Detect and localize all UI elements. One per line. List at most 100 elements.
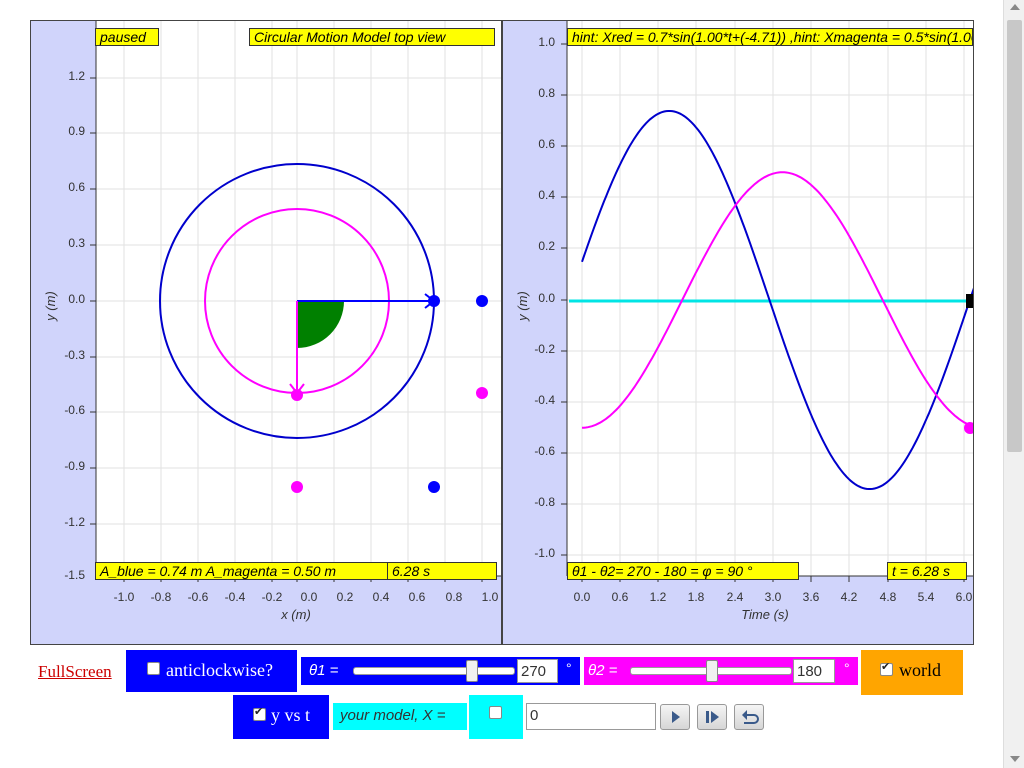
theta1-slider-track[interactable] [353, 667, 515, 675]
theta1-input[interactable]: 270 [517, 659, 558, 683]
theta2-label: θ2 = [588, 662, 618, 679]
y-tick-label: -1.2 [64, 515, 85, 529]
x-tick-label: -0.2 [262, 590, 283, 604]
scroll-up-icon[interactable] [1010, 4, 1020, 10]
reset-button[interactable] [734, 704, 764, 730]
top-view-x-tick-labels: -1.0 -0.8 -0.6 -0.4 -0.2 0.0 0.2 0.4 0.6… [114, 590, 499, 604]
theta1-label: θ1 = [309, 662, 339, 679]
y-vs-t-label: y vs t [271, 705, 311, 725]
y-tick-label: -0.4 [534, 393, 555, 407]
world-label: world [899, 660, 941, 680]
play-icon [672, 711, 680, 723]
theta1-control: θ1 = 270 ° [301, 657, 580, 685]
blue-particle[interactable] [428, 295, 440, 307]
y-tick-label: 0.9 [68, 124, 85, 138]
hint-label: hint: Xred = 0.7*sin(1.00*t+(-4.71)) ,hi… [567, 28, 973, 46]
x-tick-label: 0.0 [574, 590, 591, 604]
y-axis-title: y (m) [515, 291, 530, 322]
y-vs-t-plot: 0.0 0.6 1.2 1.8 2.4 3.0 3.6 4.2 4.8 5.4 … [515, 21, 973, 622]
x-tick-label: 6.0 [956, 590, 973, 604]
x-tick-label: 4.2 [841, 590, 858, 604]
model-checkbox-box[interactable] [469, 695, 523, 739]
x-tick-label: -0.4 [225, 590, 246, 604]
y-tick-label: -0.3 [64, 348, 85, 362]
model-x-input[interactable]: 0 [526, 703, 656, 730]
x-tick-label: 0.4 [373, 590, 390, 604]
y-tick-label: 0.6 [68, 180, 85, 194]
x-axis-title: Time (s) [741, 607, 789, 622]
model-checkbox[interactable] [489, 706, 502, 719]
y-tick-label: -0.2 [534, 342, 555, 356]
y-tick-label: -0.8 [534, 495, 555, 509]
phase-label: θ1 - θ2= 270 - 180 = φ = 90 ° [567, 562, 799, 580]
y-tick-label: -0.6 [534, 444, 555, 458]
y-tick-label: 0.3 [68, 236, 85, 250]
blue-x-projection-dot [476, 295, 488, 307]
x-tick-label: -0.6 [188, 590, 209, 604]
top-view-plot[interactable]: -1.0 -0.8 -0.6 -0.4 -0.2 0.0 0.2 0.4 0.6… [31, 21, 501, 644]
x-tick-label: 1.0 [482, 590, 499, 604]
theta2-input[interactable]: 180 [793, 659, 835, 683]
top-view-y-tick-labels: 1.2 0.9 0.6 0.3 0.0 -0.3 -0.6 -0.9 -1.2 … [64, 69, 85, 582]
theta2-slider-thumb[interactable] [706, 660, 718, 682]
y-tick-label: -1.5 [64, 568, 85, 582]
play-button[interactable] [660, 704, 690, 730]
amplitude-label: A_blue = 0.74 m A_magenta = 0.50 m [95, 562, 395, 580]
y-tick-label: -0.6 [64, 403, 85, 417]
x-tick-label: 1.8 [688, 590, 705, 604]
x-tick-label: 0.0 [301, 590, 318, 604]
scroll-down-icon[interactable] [1010, 756, 1020, 762]
theta1-slider-thumb[interactable] [466, 660, 478, 682]
status-label: paused [95, 28, 159, 46]
y-tick-label: 1.2 [68, 69, 85, 83]
x-tick-label: 3.0 [765, 590, 782, 604]
scrollbar-thumb[interactable] [1007, 20, 1022, 452]
x-tick-label: 4.8 [880, 590, 897, 604]
y-tick-label: -0.9 [64, 459, 85, 473]
y-vs-t-panel: 0.0 0.6 1.2 1.8 2.4 3.0 3.6 4.2 4.8 5.4 … [502, 20, 974, 645]
y-vs-t-checkbox[interactable] [253, 705, 266, 721]
theta2-control: θ2 = 180 ° [584, 657, 858, 685]
x-tick-label: 0.8 [446, 590, 463, 604]
fullscreen-link[interactable]: FullScreen [38, 662, 112, 682]
reset-icon [742, 710, 759, 724]
x-tick-label: 0.6 [612, 590, 629, 604]
anticlockwise-toggle[interactable]: anticlockwise? [126, 650, 297, 692]
model-input-label-box: your model, X = [333, 703, 467, 730]
theta2-degree-label: ° [844, 660, 850, 676]
blue-trace-marker [966, 294, 973, 308]
y-vs-t-toggle[interactable]: y vs t [233, 695, 329, 739]
y-vs-t-y-tick-labels: 1.0 0.8 0.6 0.4 0.2 0.0 -0.2 -0.4 -0.6 -… [534, 35, 555, 560]
anticlockwise-checkbox[interactable] [147, 662, 160, 675]
model-input-label: your model, X = [340, 707, 446, 724]
top-view-panel: -1.0 -0.8 -0.6 -0.4 -0.2 0.0 0.2 0.4 0.6… [30, 20, 502, 645]
y-tick-label: 0.0 [538, 291, 555, 305]
world-checkbox[interactable] [880, 660, 893, 676]
blue-y-projection-dot [428, 481, 440, 493]
y-tick-label: -1.0 [534, 546, 555, 560]
y-tick-label: 0.4 [538, 188, 555, 202]
x-tick-label: -0.8 [151, 590, 172, 604]
anticlockwise-label: anticlockwise? [166, 660, 273, 680]
page-scrollbar[interactable] [1003, 0, 1024, 768]
y-tick-label: 0.8 [538, 86, 555, 100]
magenta-y-projection-dot [291, 481, 303, 493]
world-toggle[interactable]: world [861, 650, 963, 695]
x-tick-label: 0.2 [337, 590, 354, 604]
magenta-x-projection-dot [476, 387, 488, 399]
y-tick-label: 0.6 [538, 137, 555, 151]
x-tick-label: -1.0 [114, 590, 135, 604]
step-forward-icon [706, 711, 719, 723]
model-title-label: Circular Motion Model top view [249, 28, 495, 46]
y-axis-title: y (m) [43, 291, 58, 322]
x-axis-title: x (m) [280, 607, 311, 622]
y-tick-label: 1.0 [538, 35, 555, 49]
x-tick-label: 5.4 [918, 590, 935, 604]
x-tick-label: 1.2 [650, 590, 667, 604]
x-tick-label: 2.4 [727, 590, 744, 604]
magenta-particle[interactable] [291, 389, 303, 401]
step-forward-button[interactable] [697, 704, 727, 730]
right-time-label: t = 6.28 s [887, 562, 967, 580]
theta1-degree-label: ° [566, 660, 572, 676]
y-tick-label: 0.0 [68, 292, 85, 306]
